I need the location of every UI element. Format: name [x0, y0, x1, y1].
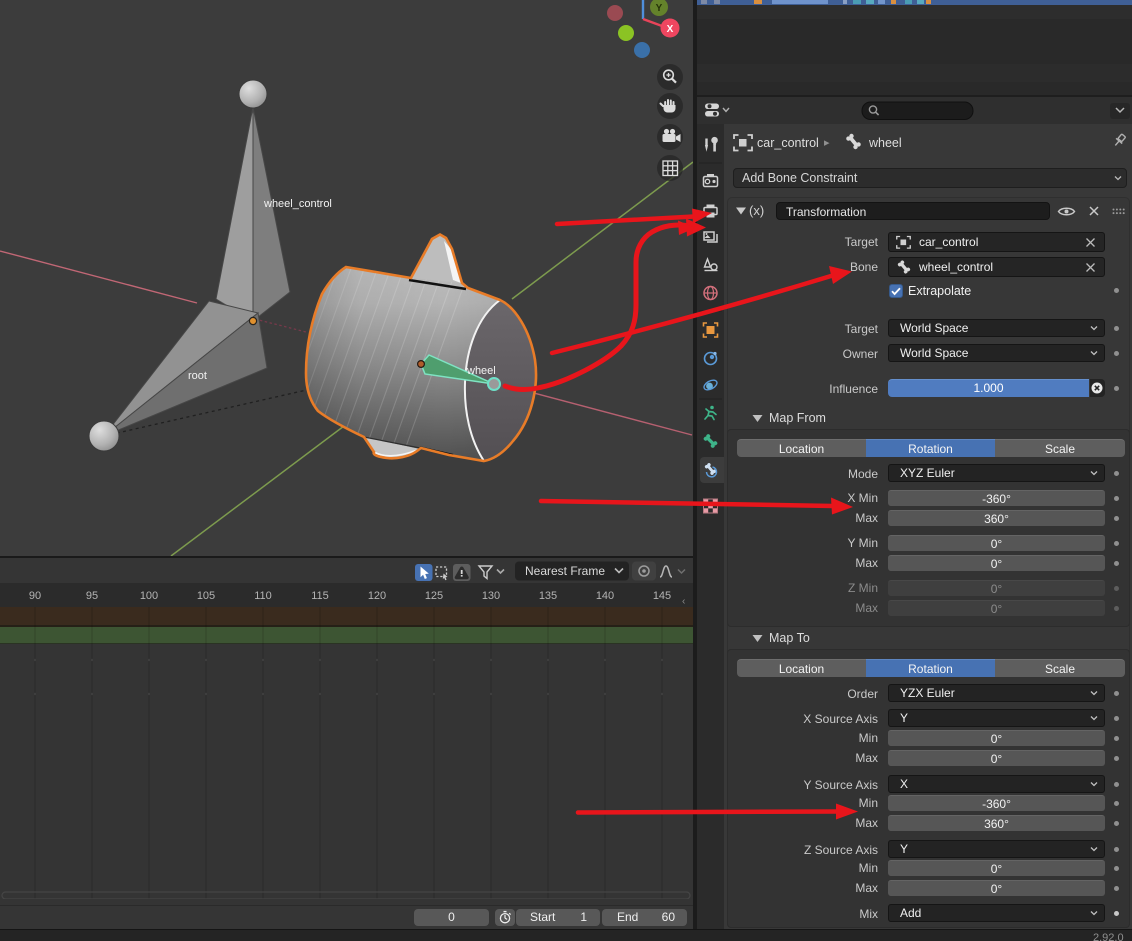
svg-text:root: root — [188, 370, 207, 382]
svg-text:X: X — [667, 24, 674, 35]
svg-text:Nearest Frame: Nearest Frame — [525, 564, 605, 578]
svg-text:wheel: wheel — [466, 365, 496, 377]
svg-text:Y: Y — [656, 3, 663, 14]
svg-text:wheel_control: wheel_control — [263, 198, 332, 210]
